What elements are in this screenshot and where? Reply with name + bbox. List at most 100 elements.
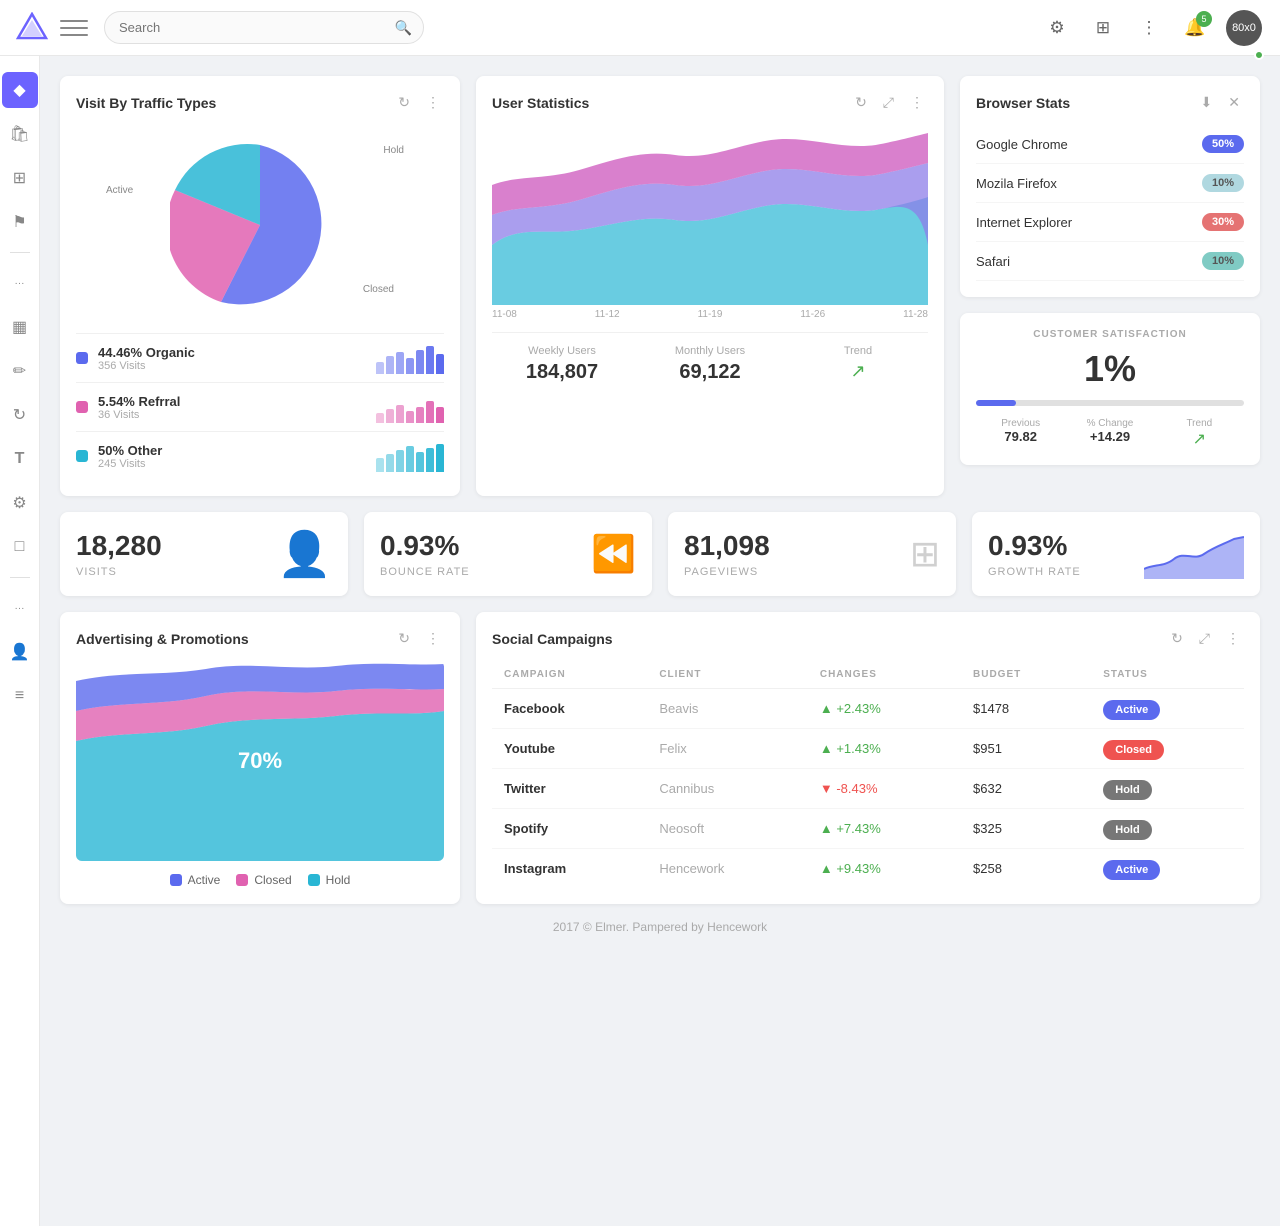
bar — [386, 356, 394, 374]
spotify-status-badge: Hold — [1103, 820, 1151, 840]
sidebar: ◆ 🛍 ⊞ ⚑ ··· ▦ ✏ ↻ T ⚙ □ ··· 👤 ≡ — [0, 56, 40, 1226]
expand-button[interactable]: ⤢ — [879, 92, 898, 113]
advertising-header: Advertising & Promotions ↻ ⋮ — [76, 628, 444, 649]
avatar[interactable]: 80x0 — [1226, 10, 1262, 46]
csat-trend: Trend ↗ — [1155, 418, 1244, 449]
settings-icon[interactable]: ⚙ — [1042, 13, 1072, 43]
sidebar-item-calendar[interactable]: ▦ — [2, 309, 38, 345]
notif-badge: 5 — [1196, 11, 1212, 27]
grid-icon[interactable]: ⊞ — [1088, 13, 1118, 43]
spotify-client: Neosoft — [647, 809, 808, 849]
facebook-budget: $1478 — [961, 689, 1091, 729]
campaign-row-instagram: Instagram Hencework ▲ +9.43% $258 Active — [492, 849, 1244, 889]
more-icon[interactable]: ⋮ — [1134, 13, 1164, 43]
csat-title: CUSTOMER SATISFACTION — [976, 329, 1244, 340]
stat-row-refrral: 5.54% Refrral 36 Visits — [76, 382, 444, 431]
expand-button[interactable]: ⤢ — [1195, 628, 1214, 649]
sidebar-item-box[interactable]: □ — [2, 529, 38, 565]
sidebar-item-more1[interactable]: ··· — [2, 265, 38, 301]
sidebar-item-shopping[interactable]: 🛍 — [2, 116, 38, 152]
refresh-button[interactable]: ↻ — [394, 92, 414, 113]
social-campaigns-header: Social Campaigns ↻ ⤢ ⋮ — [492, 628, 1244, 649]
refresh-button[interactable]: ↻ — [394, 628, 414, 649]
bottom-row: Advertising & Promotions ↻ ⋮ — [60, 612, 1260, 904]
sidebar-item-grid[interactable]: ⊞ — [2, 160, 38, 196]
logo[interactable] — [16, 12, 48, 44]
sidebar-item-tag[interactable]: T — [2, 441, 38, 477]
twitter-change: ▼ -8.43% — [808, 769, 961, 809]
sidebar-item-layers[interactable]: ≡ — [2, 678, 38, 714]
visit-traffic-title: Visit By Traffic Types — [76, 95, 394, 111]
other-dot — [76, 450, 88, 462]
sidebar-item-user[interactable]: 👤 — [2, 634, 38, 670]
sidebar-item-settings[interactable]: ⚙ — [2, 485, 38, 521]
pie-chart — [170, 135, 350, 315]
sidebar-item-edit[interactable]: ✏ — [2, 353, 38, 389]
refresh-button[interactable]: ↻ — [851, 92, 871, 113]
pie-label-active: Active — [106, 185, 133, 196]
csat-card: CUSTOMER SATISFACTION 1% Previous 79.82 … — [960, 313, 1260, 465]
campaign-row-youtube: Youtube Felix ▲ +1.43% $951 Closed — [492, 729, 1244, 769]
social-campaigns-title: Social Campaigns — [492, 631, 1167, 647]
csat-footer: Previous 79.82 % Change +14.29 Trend ↗ — [976, 418, 1244, 449]
growth-mini-chart — [1144, 529, 1244, 579]
hamburger-menu[interactable] — [60, 14, 88, 42]
youtube-status: Closed — [1091, 729, 1244, 769]
bar — [436, 354, 444, 374]
campaigns-table: CAMPAIGN CLIENT CHANGES BUDGET STATUS Fa… — [492, 661, 1244, 888]
area-chart-svg — [492, 125, 928, 305]
trend-stat: Trend ↗ — [788, 345, 928, 384]
visits-left: 18,280 VISITS — [76, 530, 162, 578]
bar — [406, 446, 414, 472]
csat-previous: Previous 79.82 — [976, 418, 1065, 449]
youtube-client: Felix — [647, 729, 808, 769]
browser-stats-card: Browser Stats ⬇ ✕ Google Chrome 50% Mozi… — [960, 76, 1260, 297]
youtube-change: ▲ +1.43% — [808, 729, 961, 769]
notifications-icon[interactable]: 🔔 5 — [1180, 13, 1210, 43]
search-input[interactable] — [104, 11, 424, 44]
monthly-users-stat: Monthly Users 69,122 — [640, 345, 780, 384]
social-campaigns-card: Social Campaigns ↻ ⤢ ⋮ CAMPAIGN CLIENT C… — [476, 612, 1260, 904]
date-5: 11-28 — [903, 309, 928, 320]
facebook-client: Beavis — [647, 689, 808, 729]
more-button[interactable]: ⋮ — [422, 628, 444, 649]
sidebar-item-flag[interactable]: ⚑ — [2, 204, 38, 240]
download-button[interactable]: ⬇ — [1197, 92, 1217, 113]
footer: 2017 © Elmer. Pampered by Hencework — [60, 904, 1260, 950]
pageviews-icon: ⊞ — [910, 533, 940, 575]
visits-label: VISITS — [76, 566, 162, 578]
organic-bars — [376, 342, 444, 374]
sidebar-divider-1 — [10, 252, 30, 253]
facebook-name: Facebook — [492, 689, 647, 729]
instagram-status: Active — [1091, 849, 1244, 889]
refresh-button[interactable]: ↻ — [1167, 628, 1187, 649]
organic-percent: 44.46% Organic — [98, 345, 376, 360]
bar — [426, 448, 434, 472]
browser-stats-header: Browser Stats ⬇ ✕ — [976, 92, 1244, 113]
youtube-budget: $951 — [961, 729, 1091, 769]
more-button[interactable]: ⋮ — [422, 92, 444, 113]
sidebar-item-more2[interactable]: ··· — [2, 590, 38, 626]
sidebar-item-dashboard[interactable]: ◆ — [2, 72, 38, 108]
csat-trend-icon: ↗ — [1155, 429, 1244, 449]
more-button[interactable]: ⋮ — [906, 92, 928, 113]
refrral-visits: 36 Visits — [98, 409, 376, 421]
chrome-name: Google Chrome — [976, 137, 1202, 152]
csat-value: 1% — [976, 348, 1244, 390]
advertising-percent: 70% — [238, 748, 282, 774]
app-layout: ◆ 🛍 ⊞ ⚑ ··· ▦ ✏ ↻ T ⚙ □ ··· 👤 ≡ Visit By… — [0, 56, 1280, 1226]
bar — [436, 444, 444, 472]
bounce-label: BOUNCE RATE — [380, 566, 470, 578]
csat-bar-fill — [976, 400, 1016, 406]
weekly-users-stat: Weekly Users 184,807 — [492, 345, 632, 384]
safari-name: Safari — [976, 254, 1202, 269]
browser-stats-section: Browser Stats ⬇ ✕ Google Chrome 50% Mozi… — [960, 76, 1260, 496]
refrral-percent: 5.54% Refrral — [98, 394, 376, 409]
more-button[interactable]: ⋮ — [1222, 628, 1244, 649]
sidebar-item-refresh[interactable]: ↻ — [2, 397, 38, 433]
user-stats-footer: Weekly Users 184,807 Monthly Users 69,12… — [492, 332, 928, 384]
bar — [416, 407, 424, 423]
sidebar-divider-2 — [10, 577, 30, 578]
date-3: 11-19 — [698, 309, 723, 320]
close-button[interactable]: ✕ — [1224, 92, 1244, 113]
